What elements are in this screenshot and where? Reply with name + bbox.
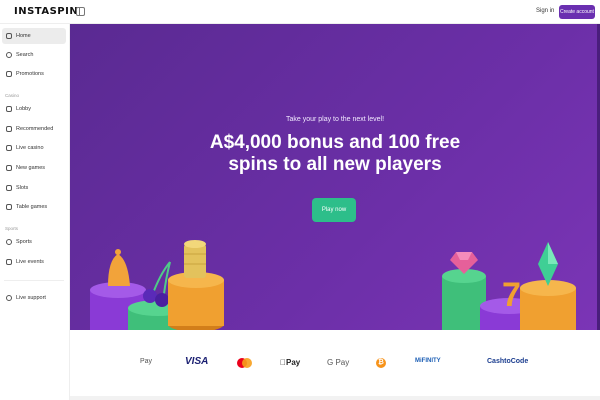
hero-illustration: 7: [90, 240, 576, 330]
apple-pay-logo: Pay: [280, 358, 300, 367]
section-label-casino: Casino: [5, 93, 20, 98]
sidebar-item-sports[interactable]: Sports: [2, 234, 66, 250]
sidebar-item-label: Live support: [16, 295, 46, 301]
sidebar-item-slots[interactable]: Slots: [2, 180, 66, 196]
sidebar-item-search[interactable]: Search: [2, 47, 66, 63]
bitcoin-logo: ₿: [376, 358, 386, 368]
google-pay-logo: G Pay: [327, 358, 350, 367]
apay-logo: Pay: [140, 358, 153, 365]
sidebar-item-lobby[interactable]: Lobby: [2, 101, 66, 117]
promo-icon: [6, 71, 12, 77]
live-icon: [6, 145, 12, 151]
mifinity-logo: MiFINITY: [415, 358, 441, 364]
sidebar-item-label: Live casino: [16, 145, 44, 151]
sidebar-item-label: Live events: [16, 259, 44, 265]
coins-icon: [168, 240, 224, 330]
star-icon: [6, 126, 12, 132]
sidebar-item-live-casino[interactable]: Live casino: [2, 140, 66, 156]
crystal-icon: [520, 242, 576, 330]
payment-methods: Pay VISA Pay G Pay ₿ MiFINITY CashtoCod…: [70, 330, 600, 400]
live-events-icon: [6, 259, 12, 265]
chat-icon: [6, 295, 12, 301]
logo[interactable]: INSTASPIN: [14, 6, 78, 17]
visa-logo: VISA: [185, 356, 209, 367]
sidebar-item-recommended[interactable]: Recommended: [2, 121, 66, 137]
hero-tagline: Take your play to the next level!: [285, 116, 385, 123]
lobby-icon: [6, 106, 12, 112]
create-account-button[interactable]: Create account: [559, 5, 595, 19]
sidebar-item-table-games[interactable]: Table games: [2, 199, 66, 215]
section-label-sports: Sports: [5, 226, 19, 231]
sidebar-item-promotions[interactable]: Promotions: [2, 66, 66, 82]
sidebar: Home Search Promotions Casino Lobby Reco…: [0, 24, 70, 400]
new-icon: [6, 165, 12, 171]
table-icon: [6, 204, 12, 210]
hero-headline-line: A$4,000 bonus and 100 free: [209, 132, 461, 153]
sidebar-item-home[interactable]: Home: [2, 28, 66, 44]
search-icon: [6, 52, 12, 58]
cashtocode-logo: CashtoCode: [487, 358, 529, 365]
sidebar-item-label: New games: [16, 165, 46, 171]
sign-in-link[interactable]: Sign in: [536, 8, 554, 14]
sidebar-item-live-support[interactable]: Live support: [2, 290, 66, 306]
ball-icon: [6, 239, 12, 245]
sidebar-item-live-events[interactable]: Live events: [2, 254, 66, 270]
sidebar-item-label: Home: [16, 33, 31, 39]
section-divider: [70, 396, 600, 400]
slots-icon: [6, 185, 12, 191]
sidebar-item-label: Search: [16, 52, 34, 58]
sidebar-toggle-icon[interactable]: [76, 7, 85, 16]
top-bar: INSTASPIN Sign in Create account: [0, 0, 600, 24]
hero-banner: 7 Take your play to the next level! A$4,…: [70, 24, 600, 330]
hero-headline: A$4,000 bonus and 100 free spins to all …: [70, 132, 600, 176]
sidebar-item-label: Slots: [16, 185, 29, 191]
mastercard-icon: [237, 358, 252, 368]
play-now-button[interactable]: Play now: [312, 198, 356, 222]
sidebar-item-label: Lobby: [16, 106, 31, 112]
sidebar-item-label: Recommended: [16, 126, 54, 132]
gem-icon: [442, 252, 486, 330]
sidebar-item-new-games[interactable]: New games: [2, 160, 66, 176]
sidebar-item-label: Table games: [16, 204, 48, 210]
sidebar-item-label: Promotions: [16, 71, 44, 77]
sidebar-divider: [4, 280, 64, 281]
hero-headline-line: spins to all new players: [228, 154, 442, 175]
home-icon: [6, 33, 12, 39]
svg-text:7: 7: [502, 276, 521, 314]
sidebar-item-label: Sports: [16, 239, 32, 245]
